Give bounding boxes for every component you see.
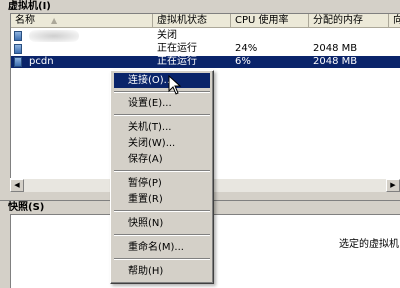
menu-item-snapshot[interactable]: 快照(N) (114, 216, 210, 231)
vm-cpu: 6% (235, 56, 251, 67)
vm-state: 正在运行 (157, 56, 197, 67)
menu-item-turn-off[interactable]: 关机(T)... (114, 120, 210, 135)
vm-cpu: 24% (235, 43, 258, 54)
vm-name: pcdn (29, 56, 54, 67)
menu-separator (114, 91, 210, 93)
vm-panel-title: 虚拟机(I) (0, 0, 400, 13)
sort-ascending-icon: ▲ (51, 16, 58, 25)
table-row[interactable]: 正在运行 24% 2048 MB (11, 43, 400, 55)
menu-item-help[interactable]: 帮助(H) (114, 264, 210, 279)
menu-item-connect[interactable]: 连接(O)... (114, 73, 210, 88)
menu-item-shutdown[interactable]: 关闭(W)... (114, 136, 210, 151)
column-header-more[interactable]: 向 (389, 14, 400, 28)
virtual-machine-icon (14, 31, 22, 41)
scroll-left-icon[interactable]: ◀ (10, 179, 24, 192)
vm-state: 正在运行 (157, 43, 197, 54)
menu-item-reset[interactable]: 重置(R) (114, 192, 210, 207)
mouse-cursor-icon (168, 75, 182, 95)
scroll-right-icon[interactable]: ▶ (386, 179, 400, 192)
menu-item-save[interactable]: 保存(A) (114, 152, 210, 167)
redacted-vm-name (29, 30, 79, 42)
vm-memory: 2048 MB (313, 56, 358, 67)
vm-state: 关闭 (157, 30, 177, 41)
menu-item-settings[interactable]: 设置(E)... (114, 96, 210, 111)
virtual-machine-icon (14, 57, 22, 67)
context-menu[interactable]: 连接(O)... 设置(E)... 关机(T)... 关闭(W)... 保存(A… (110, 70, 214, 284)
menu-separator (114, 170, 210, 172)
column-header-cpu[interactable]: CPU 使用率 (231, 14, 309, 28)
column-header-state[interactable]: 虚拟机状态 (153, 14, 231, 28)
column-header-name[interactable]: 名称 ▲ (11, 14, 153, 28)
table-row-selected[interactable]: pcdn 正在运行 6% 2048 MB (11, 56, 400, 68)
menu-item-pause[interactable]: 暂停(P) (114, 176, 210, 191)
column-header-name-label: 名称 (15, 15, 35, 26)
menu-separator (114, 234, 210, 236)
snapshot-message: 选定的虚拟机 (339, 239, 399, 250)
virtual-machine-icon (14, 44, 22, 54)
table-row[interactable]: 关闭 (11, 30, 400, 42)
menu-item-rename[interactable]: 重命名(M)... (114, 240, 210, 255)
vm-memory: 2048 MB (313, 43, 358, 54)
menu-separator (114, 258, 210, 260)
menu-separator (114, 210, 210, 212)
menu-separator (114, 114, 210, 116)
column-header-memory[interactable]: 分配的内存 (309, 14, 389, 28)
